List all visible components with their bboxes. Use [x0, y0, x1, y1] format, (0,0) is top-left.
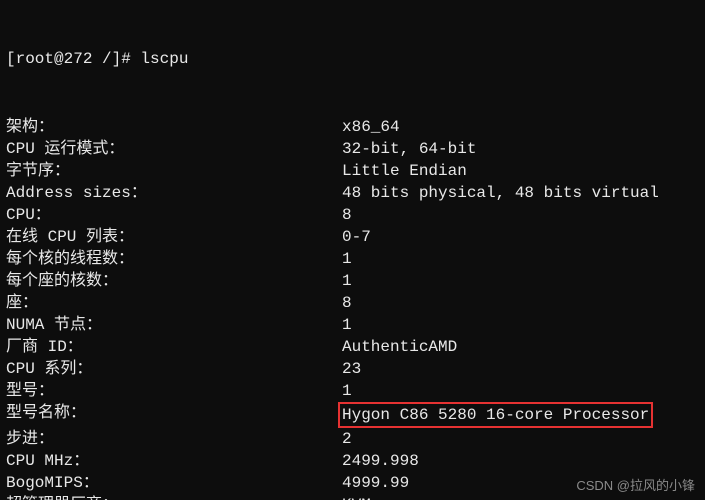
info-label: Address sizes：	[6, 182, 342, 204]
info-value: 48 bits physical, 48 bits virtual	[342, 182, 699, 204]
info-value: KVM	[342, 494, 699, 500]
info-label: 架构：	[6, 116, 342, 138]
info-row: 每个核的线程数：1	[6, 248, 699, 270]
info-row: CPU 运行模式：32-bit, 64-bit	[6, 138, 699, 160]
info-row: 在线 CPU 列表：0-7	[6, 226, 699, 248]
info-label: 型号：	[6, 380, 342, 402]
info-row: 步进：2	[6, 428, 699, 450]
info-label: 步进：	[6, 428, 342, 450]
info-row: CPU 系列：23	[6, 358, 699, 380]
info-label: 每个座的核数：	[6, 270, 342, 292]
info-value: 8	[342, 204, 699, 226]
info-row: 座：8	[6, 292, 699, 314]
info-label: CPU：	[6, 204, 342, 226]
info-label: BogoMIPS：	[6, 472, 342, 494]
info-label: 座：	[6, 292, 342, 314]
info-value: 23	[342, 358, 699, 380]
info-label: CPU MHz：	[6, 450, 342, 472]
info-value: 1	[342, 248, 699, 270]
info-value: 8	[342, 292, 699, 314]
info-row: NUMA 节点：1	[6, 314, 699, 336]
info-label: 每个核的线程数：	[6, 248, 342, 270]
watermark: CSDN @拉风的小锋	[576, 475, 695, 494]
command-prompt: [root@272 /]# lscpu	[6, 48, 699, 70]
info-label: NUMA 节点：	[6, 314, 342, 336]
info-value: x86_64	[342, 116, 699, 138]
info-value: 1	[342, 314, 699, 336]
info-row: 架构：x86_64	[6, 116, 699, 138]
info-label: CPU 系列：	[6, 358, 342, 380]
info-value: 2499.998	[342, 450, 699, 472]
info-row: Address sizes：48 bits physical, 48 bits …	[6, 182, 699, 204]
info-value: AuthenticAMD	[342, 336, 699, 358]
info-label: 在线 CPU 列表：	[6, 226, 342, 248]
info-value: Hygon C86 5280 16-core Processor	[342, 402, 699, 428]
info-row: 超管理器厂商：KVM	[6, 494, 699, 500]
model-name-highlight: Hygon C86 5280 16-core Processor	[338, 402, 653, 428]
info-row: 厂商 ID：AuthenticAMD	[6, 336, 699, 358]
terminal-output[interactable]: [root@272 /]# lscpu 架构：x86_64CPU 运行模式：32…	[0, 0, 705, 500]
info-label: 型号名称：	[6, 402, 342, 428]
info-value: 0-7	[342, 226, 699, 248]
info-label: CPU 运行模式：	[6, 138, 342, 160]
info-row: 每个座的核数：1	[6, 270, 699, 292]
info-value: 1	[342, 270, 699, 292]
info-row: 型号：1	[6, 380, 699, 402]
info-row: 型号名称：Hygon C86 5280 16-core Processor	[6, 402, 699, 428]
info-value: 32-bit, 64-bit	[342, 138, 699, 160]
info-value: 2	[342, 428, 699, 450]
info-value: 1	[342, 380, 699, 402]
info-row: CPU MHz：2499.998	[6, 450, 699, 472]
info-row: CPU：8	[6, 204, 699, 226]
info-row: 字节序：Little Endian	[6, 160, 699, 182]
info-value: Little Endian	[342, 160, 699, 182]
info-label: 超管理器厂商：	[6, 494, 342, 500]
info-label: 厂商 ID：	[6, 336, 342, 358]
info-label: 字节序：	[6, 160, 342, 182]
